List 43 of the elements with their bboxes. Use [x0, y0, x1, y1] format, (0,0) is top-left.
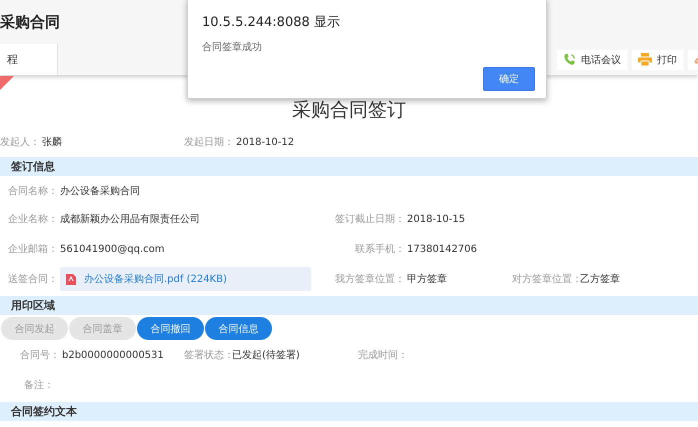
field-label: 签订截止日期： — [334, 212, 405, 226]
field-value: 张麟 — [42, 136, 62, 149]
toolbar-button[interactable]: 电话会议 — [557, 50, 627, 70]
field-label: 合同名称： — [7, 185, 58, 198]
field-value: 17380142706 — [407, 244, 477, 254]
field-label: 发起人： — [0, 136, 40, 149]
field-label: 合同号： — [19, 349, 60, 362]
field-value: 561041900@qq.com — [60, 244, 164, 254]
pdf-file-icon — [66, 274, 76, 284]
corner-ribbon-icon — [0, 76, 14, 90]
printer-icon — [638, 53, 652, 66]
field-label: 完成时间： — [358, 348, 404, 362]
field-value: 已发起(待签署) — [232, 348, 300, 362]
action-button[interactable]: 合同信息 — [205, 317, 272, 340]
page-header-title: 采购合同 — [0, 12, 60, 32]
field-value: 甲方签章 — [407, 272, 447, 286]
dialog-title: 10.5.5.244:8088 显示 — [202, 14, 341, 31]
form-title: 采购合同签订 — [291, 98, 407, 123]
field-label: 送签合同： — [7, 273, 58, 286]
section-header: 用印区域 — [0, 296, 698, 315]
field-label: 企业邮箱： — [7, 242, 58, 256]
field-label: 发起日期： — [184, 136, 234, 149]
field-label: 我方签章位置： — [334, 272, 405, 286]
field-value: 2018-10-15 — [407, 214, 466, 224]
field-label: 签署状态： — [184, 348, 230, 362]
field-value: 办公设备采购合同 — [60, 184, 140, 198]
file-link[interactable]: 办公设备采购合同.pdf (224KB) — [60, 267, 311, 291]
dialog-message: 合同签章成功 — [202, 40, 263, 54]
field-label: 对方签章位置： — [512, 272, 578, 286]
section-header: 合同签约文本 — [0, 402, 698, 421]
field-value: b2b0000000000531 — [62, 350, 164, 360]
section-header: 签订信息 — [0, 157, 698, 176]
field-value: 2018-10-12 — [236, 136, 294, 148]
field-label: 企业名称： — [7, 212, 58, 226]
phone-icon — [563, 53, 576, 66]
field-value: 成都新颖办公用品有限责任公司 — [60, 212, 200, 226]
field-value: 乙方签章 — [580, 272, 620, 286]
toolbar-button[interactable]: 打印 — [632, 50, 683, 70]
tab[interactable]: 程 — [0, 44, 58, 75]
ok-button[interactable]: 确定 — [483, 67, 535, 91]
field-label: 联系手机： — [354, 242, 405, 256]
field-label: 备注： — [23, 378, 54, 392]
action-button[interactable]: 合同撤回 — [137, 317, 204, 340]
